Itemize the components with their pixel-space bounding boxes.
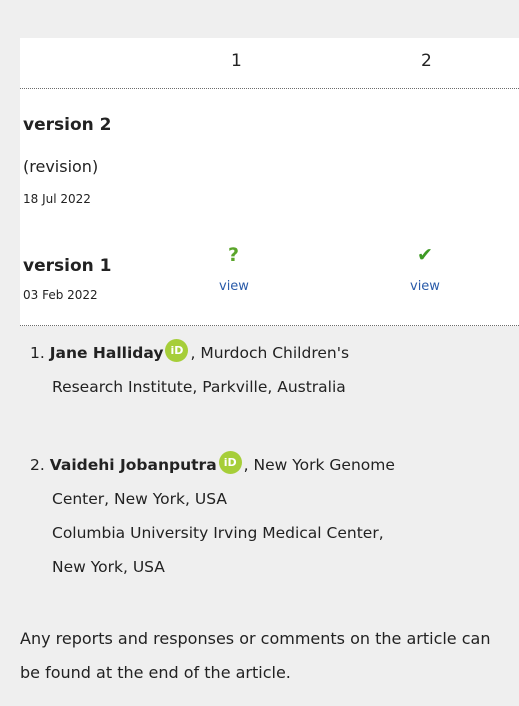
version-2-title: version 2: [23, 115, 112, 135]
orcid-icon[interactable]: iD: [218, 451, 242, 474]
version-1-date: 03 Feb 2022: [23, 288, 98, 302]
version-2-revision-label: (revision): [23, 157, 99, 176]
reviewer-1-number: 1.: [30, 344, 45, 362]
reviewer-2-entry: 2. Vaidehi Jobanputra iD, New York Genome…: [30, 448, 395, 584]
review-status-table: [20, 38, 519, 326]
reviewer-2-name: Vaidehi Jobanputra: [49, 456, 217, 474]
reviewer-column-2-header: 2: [421, 51, 432, 71]
open-peer-review-panel: 1 2 version 2 (revision) 18 Jul 2022 ver…: [0, 0, 519, 706]
reviewer-1-name: Jane Halliday: [49, 344, 164, 362]
version-1-title: version 1: [23, 256, 112, 276]
reviewer-2-affiliation-1: , New York Genome: [243, 456, 395, 474]
table-divider-top: [20, 88, 519, 89]
table-divider-bottom: [20, 325, 519, 326]
reviewer-2-number: 2.: [30, 456, 45, 474]
reviewer-1-affiliation-2: Research Institute, Parkville, Australia: [52, 378, 346, 396]
reviewer-2-view-link[interactable]: view: [410, 279, 440, 294]
reviewer-1-entry: 1. Jane Halliday iD, Murdoch Children's R…: [30, 336, 349, 404]
version-2-date: 18 Jul 2022: [23, 192, 91, 206]
reports-footnote: Any reports and responses or comments on…: [20, 629, 491, 682]
reviewer-column-1-header: 1: [231, 51, 242, 71]
reviewer-2-affiliation-4: New York, USA: [52, 558, 165, 576]
question-icon[interactable]: ?: [228, 246, 239, 265]
reviewer-1-view-link[interactable]: view: [219, 279, 249, 294]
check-icon[interactable]: ✔: [417, 246, 433, 265]
reviewer-2-affiliation-2: Center, New York, USA: [52, 490, 227, 508]
orcid-icon[interactable]: iD: [165, 339, 189, 362]
reviewer-1-affiliation-1: , Murdoch Children's: [190, 344, 350, 362]
reviewer-2-affiliation-3: Columbia University Irving Medical Cente…: [52, 524, 384, 542]
